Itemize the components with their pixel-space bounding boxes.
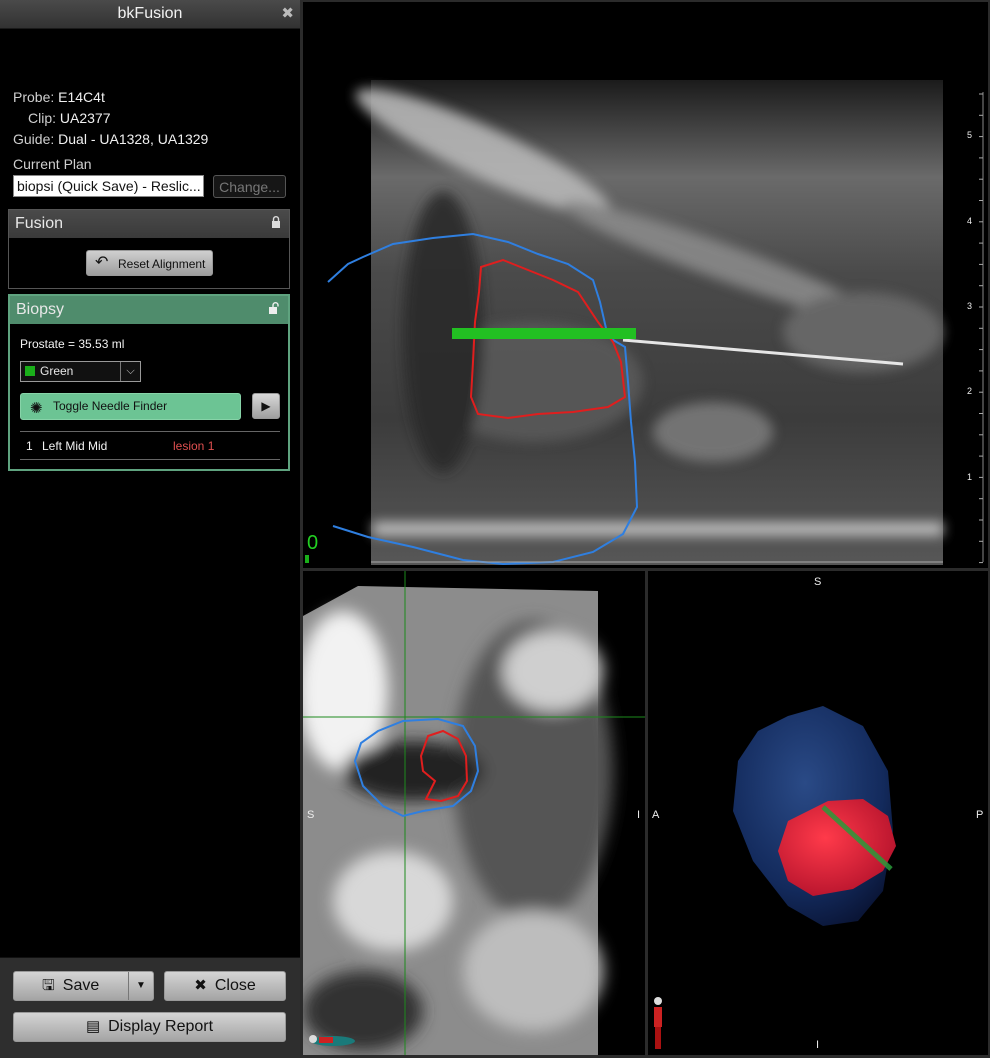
depth-scale [979,93,983,564]
ultrasound-image [305,80,984,566]
clip-row: Clip: UA2377 [28,110,111,126]
save-button-content: 🖫 Save [42,972,99,1000]
window-title: bkFusion [117,5,183,22]
current-plan-label: Current Plan [13,156,92,172]
current-plan-field[interactable]: biopsi (Quick Save) - Reslic... [13,175,204,197]
needle-finder-icon: ✺ [30,400,43,417]
display-report-button[interactable]: ▤ Display Report [13,1012,286,1042]
close-button[interactable]: ✖ Close [164,971,286,1001]
save-label: Save [62,977,100,994]
3d-left-label: A [652,809,660,821]
sagittal-left-label: S [307,809,315,821]
floppy-disk-icon: 🖫 [42,977,55,994]
3d-bottom-label: I [816,1039,820,1051]
3d-top-label: S [814,576,822,588]
biopsy-title: Biopsy [16,301,65,318]
save-dropdown-chevron-icon[interactable]: ▼ [128,972,153,1000]
footer-panel: 🖫 Save ▼ ✖ Close ▤ Display Report [0,957,300,1058]
sagittal-right-label: I [637,809,641,821]
needle-color-select[interactable]: Green ⌵ [20,361,141,382]
clip-value: UA2377 [59,110,111,126]
target-lesion[interactable]: lesion 1 [173,439,214,453]
mri-slice-image [303,571,645,1055]
biopsy-section: Biopsy Prostate = 35.53 ml Green ⌵ ✺ Tog… [8,294,290,471]
chevron-down-icon[interactable]: ⌵ [120,362,140,381]
depth-tick-2: 2 [967,386,973,396]
reset-alignment-label: Reset Alignment [118,257,206,271]
depth-tick-1: 1 [967,472,973,482]
toggle-needle-finder-button[interactable]: ✺ Toggle Needle Finder [20,393,241,420]
needle-color-value: Green [40,364,74,378]
frame-counter: 0 [307,532,319,554]
play-icon: ▶ [261,399,271,413]
prostate-volume: Prostate = 35.53 ml [20,337,125,351]
lock-open-icon[interactable] [268,302,280,314]
probe-label: Probe: [13,89,55,105]
lock-closed-icon[interactable] [271,216,281,228]
change-plan-button[interactable]: Change... [213,175,286,198]
probe-value: E14C4t [58,89,105,105]
close-label: Close [214,977,256,994]
target-location[interactable]: Left Mid Mid [42,439,107,453]
fusion-section: Fusion ↶ Reset Alignment [8,209,290,289]
report-icon: ▤ [85,1018,101,1035]
control-panel: bkFusion ✖ Probe: E14C4t Clip: UA2377 Gu… [0,0,300,1058]
patient-standing-icon [654,997,662,1049]
ultrasound-viewport[interactable]: 0 5 4 3 2 1 [303,2,988,568]
guide-value: Dual - UA1328, UA1329 [58,131,209,147]
target-index: 1 [26,439,33,453]
fusion-header[interactable]: Fusion [9,210,289,238]
needle-finder-label: Toggle Needle Finder [53,399,168,413]
depth-tick-3: 3 [967,301,973,311]
guide-label: Guide: [13,131,55,147]
3d-right-label: P [976,809,984,821]
3d-prostate-model [654,706,896,1049]
close-x-icon: ✖ [194,977,207,994]
play-button[interactable]: ▶ [252,393,280,419]
undo-icon: ↶ [95,254,109,271]
guide-row: Guide: Dual - UA1328, UA1329 [13,131,208,147]
clip-label: Clip: [28,110,57,126]
window-titlebar: bkFusion ✖ [0,0,300,29]
list-divider [20,459,280,460]
needle-guide-bar [452,328,636,339]
probe-row: Probe: E14C4t [13,89,105,105]
depth-tick-5: 5 [967,130,973,140]
reset-alignment-button[interactable]: ↶ Reset Alignment [86,250,213,276]
close-window-icon[interactable]: ✖ [281,4,294,22]
biopsy-header[interactable]: Biopsy [10,296,288,324]
list-divider [20,431,280,432]
color-swatch [25,366,35,376]
display-report-label: Display Report [108,1018,214,1035]
sagittal-mri-viewport[interactable]: S I [303,571,645,1055]
fusion-title: Fusion [15,215,64,232]
depth-tick-4: 4 [967,216,973,226]
3d-model-viewport[interactable]: S I A P [648,571,988,1055]
save-button[interactable]: 🖫 Save ▼ [13,971,154,1001]
